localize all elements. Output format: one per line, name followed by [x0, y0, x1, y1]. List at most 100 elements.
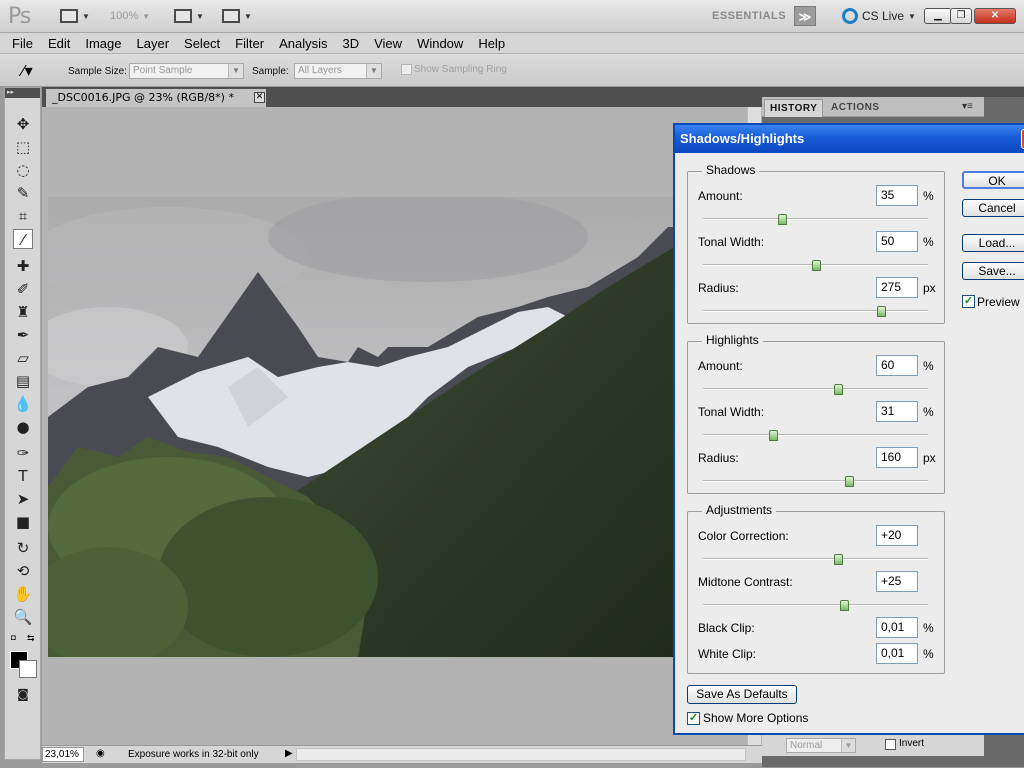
pen-tool-icon[interactable]: ✑ — [13, 443, 33, 463]
panel-menu-icon[interactable]: ▾≡ — [962, 101, 973, 112]
workspace-switcher[interactable]: ESSENTIALS — [712, 10, 786, 22]
highlights-tonal-width-input[interactable]: 31 — [876, 401, 918, 422]
hand-tool-icon[interactable]: ✋ — [13, 584, 33, 604]
highlights-tonal-width-thumb[interactable] — [768, 430, 778, 441]
gradient-tool-icon[interactable]: ▤ — [13, 371, 33, 391]
highlights-radius-thumb[interactable] — [845, 476, 855, 487]
dodge-tool-icon[interactable]: ● — [13, 417, 33, 437]
ok-button[interactable]: OK — [962, 171, 1024, 189]
shadows-amount-thumb[interactable] — [777, 214, 787, 225]
shadows-tonal-width-input[interactable]: 50 — [876, 231, 918, 252]
tools-panel-header[interactable]: ▸▸ — [5, 88, 40, 98]
tab-history[interactable]: HISTORY — [764, 99, 824, 117]
lasso-tool-icon[interactable]: ◌ — [13, 160, 33, 180]
brush-tool-icon[interactable]: ✐ — [13, 279, 33, 299]
background-color-swatch[interactable] — [19, 660, 37, 678]
path-selection-tool-icon[interactable]: ➤ — [13, 489, 33, 509]
color-correction-thumb[interactable] — [834, 554, 843, 565]
shadows-radius-input[interactable]: 275 — [876, 277, 918, 298]
eraser-tool-icon[interactable]: ▱ — [13, 348, 33, 368]
default-colors-icon[interactable]: ◘ — [11, 633, 16, 642]
zoom-tool-icon[interactable]: 🔍 — [13, 607, 33, 627]
arrange-documents-button[interactable]: ▼ — [174, 7, 204, 25]
move-tool-icon[interactable]: ✥ — [13, 114, 33, 134]
black-clip-input[interactable]: 0,01 — [876, 617, 918, 638]
menu-image[interactable]: Image — [85, 36, 121, 51]
midtone-contrast-input[interactable]: +25 — [876, 571, 918, 592]
3d-orbit-tool-icon[interactable]: ⟲ — [13, 561, 33, 581]
shadows-amount-slider[interactable] — [703, 214, 928, 225]
status-menu-arrow-icon[interactable]: ▶ — [285, 748, 293, 759]
blur-tool-icon[interactable]: 💧 — [13, 394, 33, 414]
cs-live-button[interactable]: CS Live ▼ — [842, 8, 916, 24]
panel-dock-header[interactable] — [762, 87, 1024, 97]
menu-select[interactable]: Select — [184, 36, 220, 51]
menu-view[interactable]: View — [374, 36, 402, 51]
clone-stamp-tool-icon[interactable]: ♜ — [13, 302, 33, 322]
midtone-contrast-thumb[interactable] — [839, 600, 849, 611]
launch-bridge-button[interactable]: ▼ — [60, 7, 90, 25]
white-clip-input[interactable]: 0,01 — [876, 643, 918, 664]
cancel-button[interactable]: Cancel — [962, 199, 1024, 217]
shadows-radius-slider[interactable] — [703, 306, 928, 317]
highlights-amount-slider[interactable] — [703, 384, 928, 395]
shape-tool-icon[interactable]: ■ — [13, 512, 33, 532]
eyedropper-tool-icon[interactable]: ⁄ — [13, 229, 33, 249]
restore-button[interactable]: ❐ — [950, 8, 972, 24]
shadows-amount-input[interactable]: 35 — [876, 185, 918, 206]
color-correction-slider[interactable] — [703, 554, 928, 565]
menu-layer[interactable]: Layer — [137, 36, 170, 51]
show-more-options-checkbox[interactable]: ✓ — [687, 712, 700, 725]
menu-file[interactable]: File — [12, 36, 33, 51]
menu-help[interactable]: Help — [478, 36, 505, 51]
show-sampling-ring-checkbox[interactable] — [401, 64, 412, 75]
menu-window[interactable]: Window — [417, 36, 463, 51]
shadows-radius-thumb[interactable] — [876, 306, 886, 317]
close-icon[interactable]: ✕ — [254, 92, 265, 103]
quick-selection-tool-icon[interactable]: ✎ — [13, 183, 33, 203]
tab-actions[interactable]: ACTIONS — [826, 99, 885, 117]
3d-rotate-tool-icon[interactable]: ↻ — [13, 538, 33, 558]
highlights-amount-thumb[interactable] — [834, 384, 843, 395]
preview-checkbox[interactable]: ✓ — [962, 295, 975, 308]
load-button[interactable]: Load... — [962, 234, 1024, 252]
eyedropper-preset-icon[interactable]: ⁄▾ — [22, 61, 33, 81]
menu-3d[interactable]: 3D — [342, 36, 359, 51]
zoom-field[interactable]: 23,01% — [42, 747, 84, 762]
invert-checkbox[interactable] — [885, 739, 896, 750]
healing-brush-tool-icon[interactable]: ✚ — [13, 256, 33, 276]
color-correction-input[interactable]: +20 — [876, 525, 918, 546]
menu-analysis[interactable]: Analysis — [279, 36, 327, 51]
status-info-icon[interactable]: ◉ — [96, 748, 105, 759]
highlights-radius-slider[interactable] — [703, 476, 928, 487]
close-window-button[interactable]: ✕ — [974, 8, 1016, 24]
quick-mask-icon[interactable]: ◙ — [13, 684, 33, 704]
minimize-button[interactable]: ▁ — [924, 8, 952, 24]
screen-mode-button[interactable]: ▼ — [222, 7, 252, 25]
sample-size-select[interactable]: Point Sample ▼ — [129, 63, 244, 79]
highlights-tonal-width-slider[interactable] — [703, 430, 928, 441]
crop-tool-icon[interactable]: ⌗ — [13, 206, 33, 226]
sample-select[interactable]: All Layers ▼ — [294, 63, 382, 79]
shadows-tonal-width-thumb[interactable] — [811, 260, 821, 271]
save-as-defaults-button[interactable]: Save As Defaults — [687, 685, 797, 704]
menu-filter[interactable]: Filter — [235, 36, 264, 51]
document-canvas[interactable] — [42, 107, 762, 747]
horizontal-scrollbar[interactable] — [296, 748, 746, 761]
chevron-down-icon: ▼ — [908, 11, 916, 21]
highlights-radius-input[interactable]: 160 — [876, 447, 918, 468]
menu-edit[interactable]: Edit — [48, 36, 70, 51]
blend-mode-select[interactable]: Normal ▼ — [786, 738, 856, 753]
marquee-tool-icon[interactable]: ⬚ — [13, 137, 33, 157]
history-brush-tool-icon[interactable]: ✒ — [13, 325, 33, 345]
highlights-amount-input[interactable]: 60 — [876, 355, 918, 376]
shadows-tonal-width-slider[interactable] — [703, 260, 928, 271]
zoom-level-dropdown[interactable]: 100% ▼ — [110, 7, 150, 25]
dialog-title-bar[interactable]: Shadows/Highlights — [675, 125, 1024, 153]
document-tab[interactable]: _DSC0016.JPG @ 23% (RGB/8*) * ✕ — [46, 89, 266, 107]
more-workspaces-button[interactable]: ≫ — [794, 6, 816, 26]
type-tool-icon[interactable]: T — [13, 466, 33, 486]
midtone-contrast-slider[interactable] — [703, 600, 928, 611]
swap-colors-icon[interactable]: ⇆ — [27, 633, 35, 644]
save-button[interactable]: Save... — [962, 262, 1024, 280]
